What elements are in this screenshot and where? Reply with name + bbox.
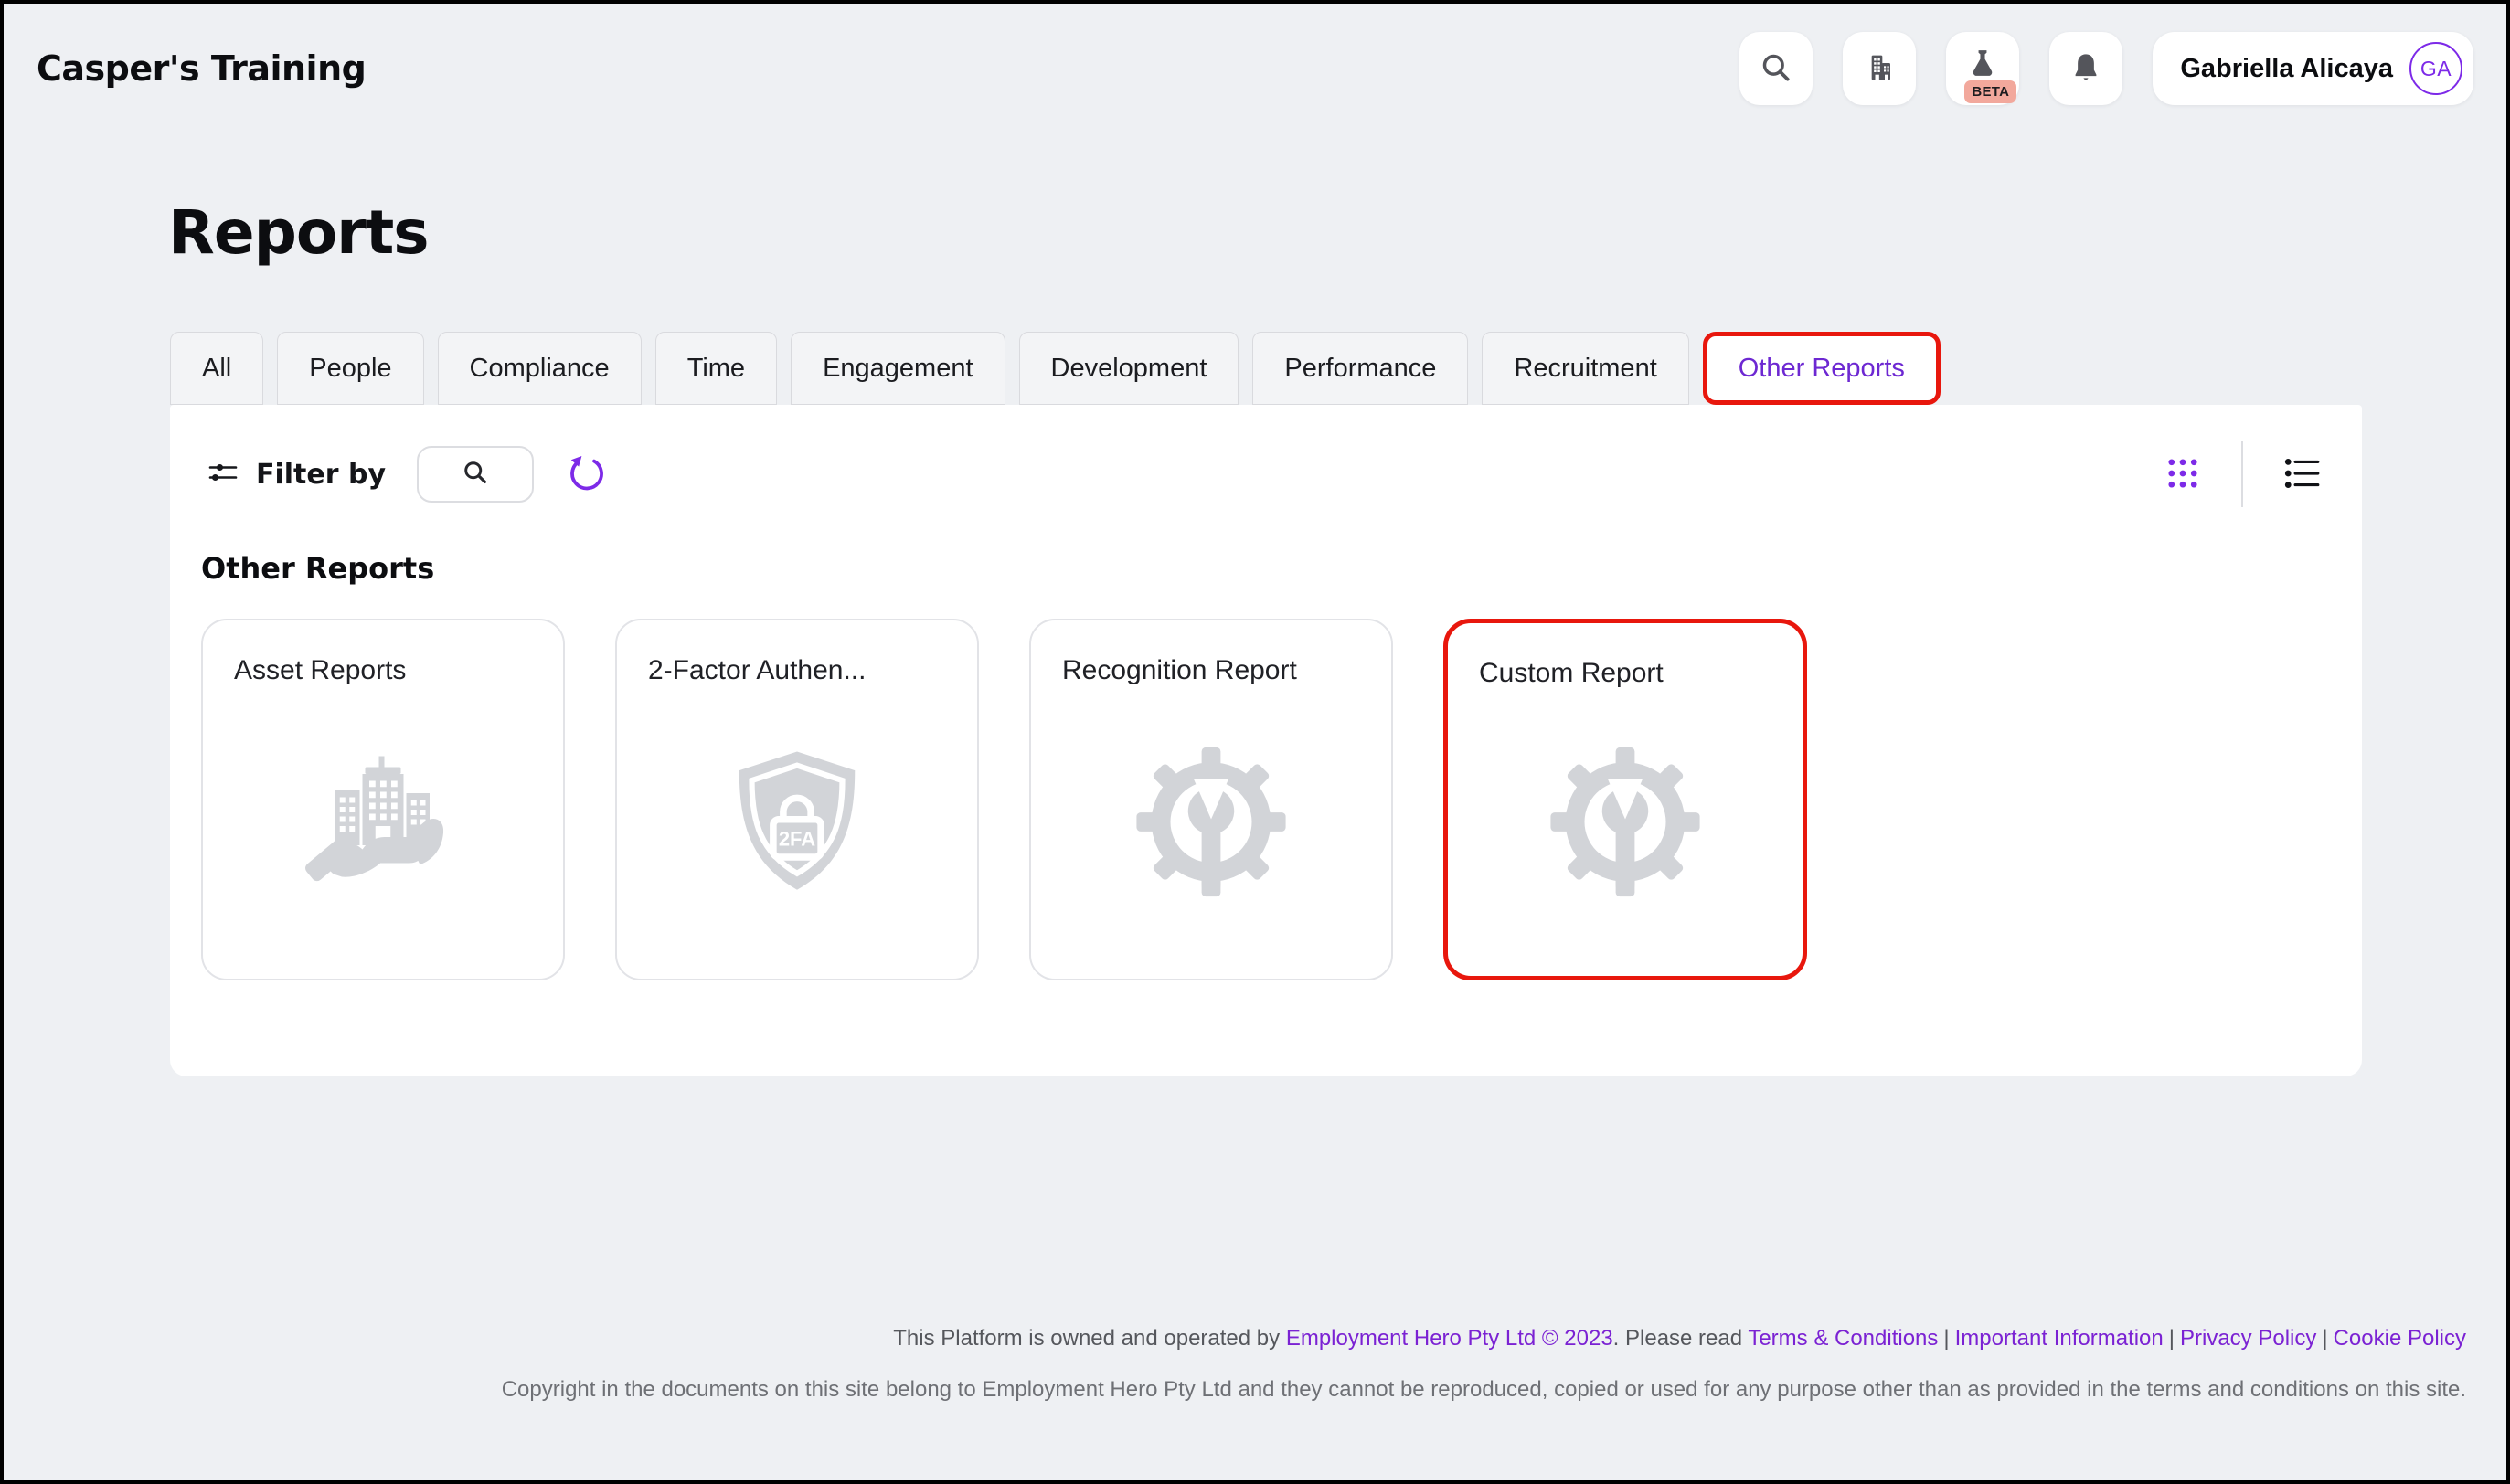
footer-line-2: Copyright in the documents on this site …	[502, 1376, 2466, 1404]
footer-text: This Platform is owned and operated by	[893, 1326, 1286, 1351]
report-tabs: All People Compliance Time Engagement De…	[170, 332, 2506, 405]
svg-text:2FA: 2FA	[779, 828, 815, 851]
footer-link-employment-hero[interactable]: Employment Hero Pty Ltd © 2023	[1286, 1326, 1613, 1351]
app-title: Casper's Training	[37, 48, 366, 89]
tab-other-reports[interactable]: Other Reports	[1703, 332, 1941, 405]
page-footer: This Platform is owned and operated by E…	[502, 1325, 2466, 1404]
filter-sliders-icon	[207, 456, 239, 493]
reports-panel: Filter by	[170, 405, 2362, 1076]
labs-beta-button[interactable]: BETA	[1946, 32, 2019, 105]
card-custom-report[interactable]: Custom Report	[1443, 619, 1807, 980]
card-title: Asset Reports	[234, 655, 532, 686]
tab-recruitment[interactable]: Recruitment	[1482, 332, 1688, 405]
footer-separator: |	[1938, 1326, 1954, 1351]
tab-people[interactable]: People	[277, 332, 423, 405]
card-title: Custom Report	[1479, 658, 1771, 689]
user-menu[interactable]: Gabriella Alicaya GA	[2153, 32, 2473, 105]
user-name: Gabriella Alicaya	[2180, 54, 2393, 84]
gear-wrench-icon	[1544, 741, 1707, 908]
filter-toolbar: Filter by	[170, 405, 2362, 507]
footer-separator: |	[2164, 1326, 2180, 1351]
building-icon	[1861, 49, 1898, 89]
list-view-button[interactable]	[2283, 456, 2322, 493]
card-title: Recognition Report	[1062, 655, 1360, 686]
footer-link-terms[interactable]: Terms & Conditions	[1748, 1326, 1938, 1351]
search-icon	[461, 458, 490, 492]
report-cards: Asset Reports	[201, 619, 2362, 980]
beta-badge: BETA	[1964, 80, 2016, 103]
tab-time[interactable]: Time	[655, 332, 777, 405]
grid-view-button[interactable]	[2164, 455, 2201, 494]
top-header: Casper's Training	[4, 4, 2506, 106]
card-recognition-report[interactable]: Recognition Report	[1029, 619, 1393, 980]
2fa-shield-lock-icon: 2FA	[722, 744, 873, 906]
tab-performance[interactable]: Performance	[1252, 332, 1468, 405]
refresh-icon	[567, 453, 607, 496]
card-title: 2-Factor Authen...	[648, 655, 946, 686]
footer-link-important-information[interactable]: Important Information	[1955, 1326, 2164, 1351]
list-view-icon	[2283, 456, 2322, 493]
top-header-actions: BETA Gabriella Alicaya GA	[1739, 32, 2473, 105]
filter-by-label: Filter by	[256, 459, 386, 491]
grid-view-icon	[2164, 455, 2201, 494]
view-toggle-divider	[2241, 441, 2243, 507]
footer-link-cookie-policy[interactable]: Cookie Policy	[2334, 1326, 2466, 1351]
reports-page: { "header": { "app_title": "Casper's Tra…	[0, 0, 2510, 1484]
filter-search-input[interactable]	[417, 446, 534, 503]
tab-development[interactable]: Development	[1019, 332, 1239, 405]
flask-icon	[1965, 46, 2000, 83]
footer-text: . Please read	[1613, 1326, 1749, 1351]
footer-line-1: This Platform is owned and operated by E…	[502, 1325, 2466, 1352]
tab-compliance[interactable]: Compliance	[438, 332, 642, 405]
footer-separator: |	[2316, 1326, 2333, 1351]
notifications-button[interactable]	[2049, 32, 2122, 105]
tab-engagement[interactable]: Engagement	[791, 332, 1005, 405]
page-title: Reports	[168, 197, 2506, 268]
search-icon	[1759, 50, 1793, 88]
footer-link-privacy-policy[interactable]: Privacy Policy	[2180, 1326, 2316, 1351]
section-title: Other Reports	[201, 551, 2362, 586]
organisation-button[interactable]	[1843, 32, 1916, 105]
search-button[interactable]	[1739, 32, 1813, 105]
refresh-filters-button[interactable]	[567, 453, 607, 496]
hand-holding-buildings-icon	[301, 740, 465, 909]
avatar: GA	[2409, 42, 2462, 95]
gear-wrench-icon	[1130, 741, 1292, 908]
bell-icon	[2069, 50, 2103, 88]
card-asset-reports[interactable]: Asset Reports	[201, 619, 565, 980]
card-2-factor-authentication[interactable]: 2-Factor Authen... 2FA	[615, 619, 979, 980]
tab-all[interactable]: All	[170, 332, 263, 405]
